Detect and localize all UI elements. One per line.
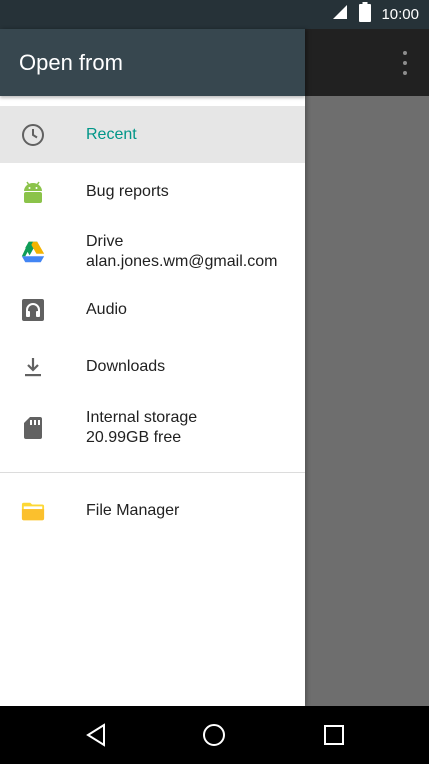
root-label: Drive bbox=[86, 233, 124, 250]
download-icon bbox=[21, 355, 45, 379]
drawer-header: Open from bbox=[0, 29, 305, 96]
headphones-icon bbox=[21, 298, 45, 322]
sd-card-icon bbox=[21, 416, 45, 440]
battery-icon bbox=[359, 2, 372, 27]
root-label: File Manager bbox=[86, 502, 180, 519]
root-summary: alan.jones.wm@gmail.com bbox=[86, 253, 278, 270]
navigation-drawer: Open from Recent Bug reports Drive alan.… bbox=[0, 29, 305, 706]
back-icon[interactable] bbox=[66, 706, 126, 764]
root-label: Audio bbox=[86, 301, 127, 318]
recents-icon[interactable] bbox=[304, 706, 364, 764]
overflow-menu-icon[interactable] bbox=[399, 51, 411, 75]
root-item-audio[interactable]: Audio bbox=[0, 283, 305, 337]
android-icon bbox=[21, 180, 45, 204]
root-item-recent[interactable]: Recent bbox=[0, 106, 305, 163]
signal-icon bbox=[331, 3, 349, 26]
root-label: Recent bbox=[86, 125, 137, 143]
app-bar bbox=[305, 29, 429, 96]
navigation-bar bbox=[0, 706, 429, 764]
root-label: Bug reports bbox=[86, 183, 169, 200]
clock-icon bbox=[21, 123, 45, 147]
root-summary: 20.99GB free bbox=[86, 429, 182, 446]
scrim[interactable] bbox=[305, 96, 429, 706]
home-icon[interactable] bbox=[184, 706, 244, 764]
divider bbox=[0, 472, 305, 473]
clock-time: 10:00 bbox=[381, 6, 419, 23]
folder-icon bbox=[21, 499, 45, 523]
drawer-title: Open from bbox=[19, 49, 123, 75]
google-drive-icon bbox=[21, 240, 45, 264]
root-item-drive[interactable]: Drive alan.jones.wm@gmail.com bbox=[0, 221, 305, 283]
root-label: Downloads bbox=[86, 357, 166, 375]
status-bar: 10:00 bbox=[0, 0, 429, 29]
root-item-downloads[interactable]: Downloads bbox=[0, 337, 305, 396]
root-item-bug-reports[interactable]: Bug reports bbox=[0, 163, 305, 221]
root-item-file-manager[interactable]: File Manager bbox=[0, 481, 305, 541]
root-label: Internal storage bbox=[86, 409, 198, 426]
root-item-internal-storage[interactable]: Internal storage 20.99GB free bbox=[0, 396, 305, 460]
